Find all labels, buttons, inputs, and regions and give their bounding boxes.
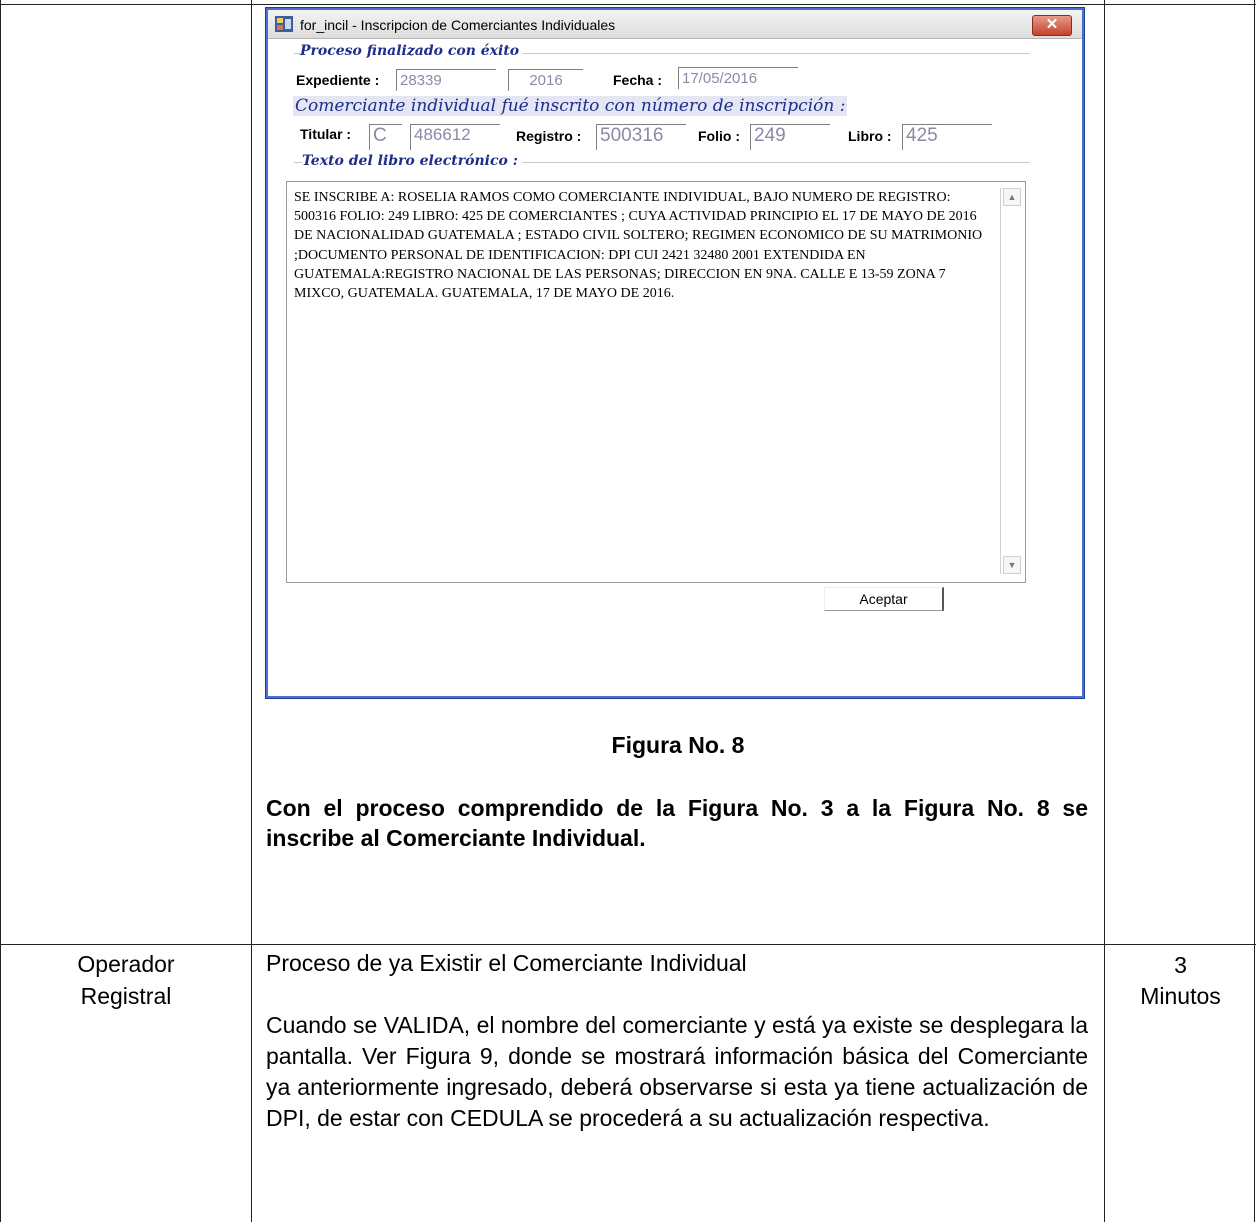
app-icon — [275, 16, 293, 32]
inscripcion-window: for_incil - Inscripcion de Comerciantes … — [265, 7, 1085, 699]
fecha-label: Fecha : — [613, 72, 663, 88]
expediente-number-field[interactable]: 28339 — [396, 69, 496, 91]
titular-prefix-field[interactable]: C — [369, 124, 402, 150]
expediente-year-field[interactable]: 2016 — [508, 69, 583, 91]
close-button[interactable]: ✕ — [1032, 15, 1072, 36]
figure-note: Con el proceso comprendido de la Figura … — [266, 795, 1088, 851]
aceptar-button[interactable]: Aceptar — [824, 587, 944, 611]
registro-field[interactable]: 500316 — [596, 124, 686, 150]
close-icon: ✕ — [1045, 16, 1059, 33]
table-border-right — [1254, 0, 1255, 1222]
table-divider-2 — [1104, 0, 1105, 1222]
table-top-border — [0, 4, 1256, 5]
expediente-label: Expediente : — [296, 72, 380, 88]
fecha-field[interactable]: 17/05/2016 — [678, 67, 798, 89]
row2-title: Proceso de ya Existir el Comerciante Ind… — [266, 950, 747, 976]
libro-label: Libro : — [848, 128, 892, 144]
row2-time: 3 Minutos — [1140, 952, 1221, 1009]
window-title: for_incil - Inscripcion de Comerciantes … — [300, 17, 616, 33]
vertical-scrollbar[interactable]: ▲ ▼ — [1000, 188, 1021, 574]
title-bar[interactable]: for_incil - Inscripcion de Comerciantes … — [268, 10, 1082, 39]
titular-number-field[interactable]: 486612 — [410, 124, 500, 150]
scroll-down-icon[interactable]: ▼ — [1003, 556, 1021, 574]
scroll-up-icon[interactable]: ▲ — [1003, 188, 1021, 206]
texto-group-label: Texto del libro electrónico : — [302, 153, 522, 169]
folio-label: Folio : — [698, 128, 740, 144]
registro-label: Registro : — [516, 128, 582, 144]
figure-caption: Figura No. 8 — [611, 732, 745, 758]
table-divider-1 — [251, 0, 252, 1222]
window-client-area: Proceso finalizado con éxito Expediente … — [268, 39, 1082, 696]
titular-label: Titular : — [300, 126, 352, 142]
table-border-left — [0, 0, 1, 1222]
texto-libro-content: SE INSCRIBE A: ROSELIA RAMOS COMO COMERC… — [294, 190, 983, 302]
folio-field[interactable]: 249 — [750, 124, 830, 150]
libro-field[interactable]: 425 — [902, 124, 992, 150]
table-row-divider — [0, 944, 1256, 945]
row2-role: Operador Registral — [77, 951, 175, 1009]
status-group-label: Proceso finalizado con éxito — [300, 43, 524, 59]
row2-body: Cuando se VALIDA, el nombre del comercia… — [266, 1012, 1088, 1131]
texto-libro-textarea[interactable]: SE INSCRIBE A: ROSELIA RAMOS COMO COMERC… — [286, 181, 1026, 583]
inscrito-message: Comerciante individual fué inscrito con … — [293, 96, 848, 116]
